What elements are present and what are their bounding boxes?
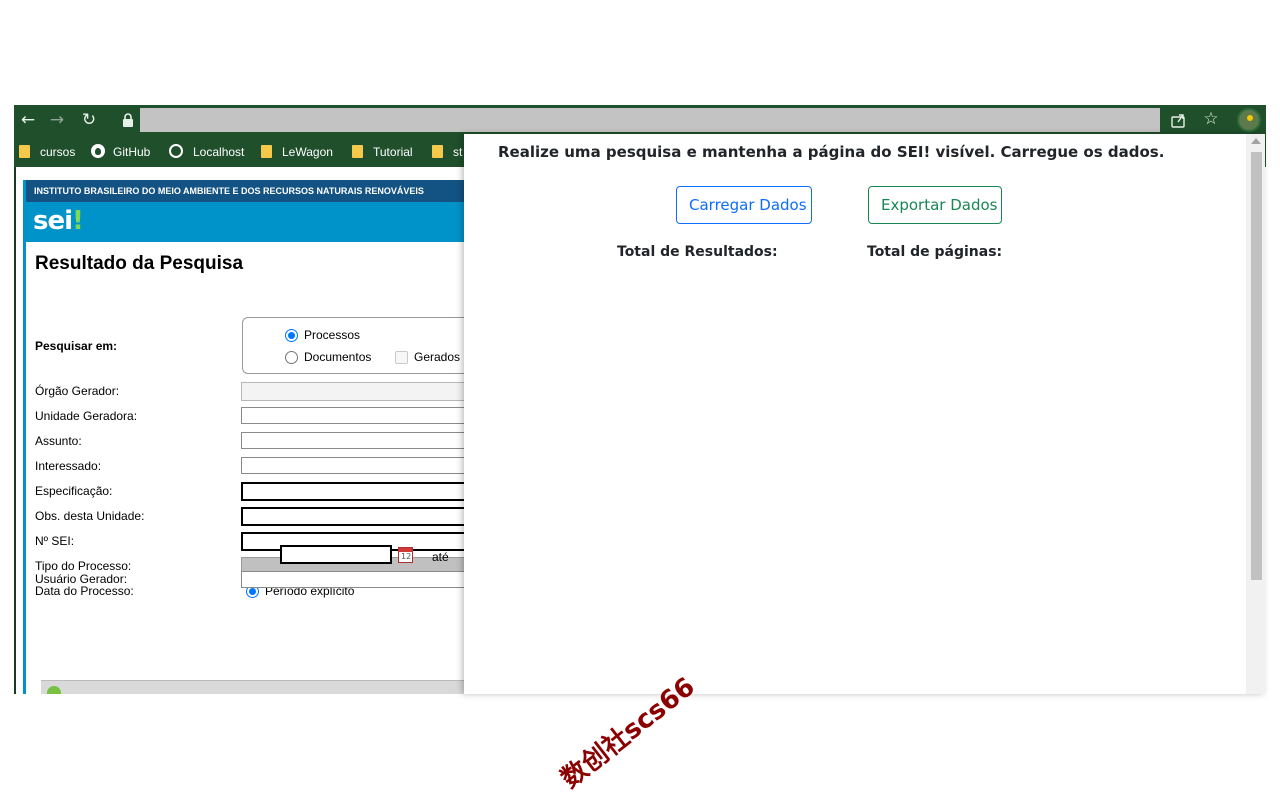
option-gerados-label: Gerados xyxy=(414,350,461,364)
total-results-label: Total de Resultados: xyxy=(617,244,778,260)
sei-header: sei! xyxy=(26,202,466,242)
bookmark-localhost[interactable]: Localhost xyxy=(169,143,244,161)
github-icon xyxy=(91,144,105,158)
assunto-label: Assunto: xyxy=(35,434,82,448)
share-icon[interactable] xyxy=(1168,110,1188,130)
status-dot-icon xyxy=(47,686,61,694)
folder-icon xyxy=(352,145,363,158)
bookmark-label: LeWagon xyxy=(282,145,333,159)
unidade-field[interactable] xyxy=(241,407,481,424)
option-processos-label: Processos xyxy=(304,328,361,342)
orgao-label: Órgão Gerador: xyxy=(35,384,120,398)
arrow-right-icon[interactable]: → xyxy=(45,108,69,132)
folder-icon xyxy=(19,145,30,158)
bookmark-label: cursos xyxy=(40,145,76,159)
data-label: Data do Processo: xyxy=(35,584,134,598)
sei-logo[interactable]: sei! xyxy=(33,205,84,237)
obs-field[interactable] xyxy=(241,507,481,526)
calendar-icon[interactable] xyxy=(398,547,413,563)
search-in-box xyxy=(242,317,482,374)
date-start-field[interactable] xyxy=(280,545,392,564)
folder-icon xyxy=(261,145,272,158)
radio-documentos[interactable] xyxy=(285,351,298,364)
page-title: Resultado da Pesquisa xyxy=(35,253,244,274)
screen: ← → ↻ ☆ cursos GitHub Localhost LeWagon … xyxy=(0,0,1280,800)
extension-panel: Realize uma pesquisa e mantenha a página… xyxy=(464,134,1265,694)
checkbox-gerados[interactable] xyxy=(395,351,408,364)
ate-label: até xyxy=(432,550,449,564)
instruction-text: Realize uma pesquisa e mantenha a página… xyxy=(498,143,1165,161)
nsei-label: Nº SEI: xyxy=(35,534,75,548)
bookmark-label: st xyxy=(453,145,463,159)
address-bar[interactable] xyxy=(140,108,1160,132)
institute-bar: INSTITUTO BRASILEIRO DO MEIO AMBIENTE E … xyxy=(26,180,466,202)
bookmark-tutorial[interactable]: Tutorial xyxy=(352,143,413,161)
lock-icon[interactable] xyxy=(120,112,136,128)
search-in-label: Pesquisar em: xyxy=(35,339,118,353)
bookmark-github[interactable]: GitHub xyxy=(91,143,150,161)
footer-strip xyxy=(41,680,481,694)
tipo-label: Tipo do Processo: xyxy=(35,559,132,573)
especificacao-field[interactable] xyxy=(241,482,481,501)
scroll-thumb[interactable] xyxy=(1251,152,1262,580)
globe-icon xyxy=(169,144,183,158)
total-pages-label: Total de páginas: xyxy=(867,244,1003,260)
bookmark-label: Localhost xyxy=(193,145,245,159)
unidade-label: Unidade Geradora: xyxy=(35,409,138,423)
logo-bang: ! xyxy=(72,206,84,236)
obs-label: Obs. desta Unidade: xyxy=(35,509,145,523)
especificacao-label: Especificação: xyxy=(35,484,113,498)
browser-toolbar: ← → ↻ ☆ xyxy=(14,105,1266,135)
star-icon[interactable]: ☆ xyxy=(1200,107,1222,131)
interessado-field[interactable] xyxy=(241,457,481,474)
reload-icon[interactable]: ↻ xyxy=(77,108,101,132)
bookmark-st[interactable]: st xyxy=(432,143,462,161)
usuario-field[interactable] xyxy=(241,571,481,588)
load-data-button[interactable]: Carregar Dados xyxy=(676,186,812,224)
export-data-button[interactable]: Exportar Dados xyxy=(868,186,1002,224)
radio-processos[interactable] xyxy=(285,329,298,342)
option-documentos-label: Documentos xyxy=(304,350,372,364)
assunto-field[interactable] xyxy=(241,432,481,449)
arrow-left-icon[interactable]: ← xyxy=(16,108,40,132)
panel-scrollbar[interactable] xyxy=(1246,134,1265,694)
bookmark-cursos[interactable]: cursos xyxy=(19,143,75,161)
interessado-label: Interessado: xyxy=(35,459,102,473)
page-border xyxy=(14,167,16,694)
logo-text: sei xyxy=(33,206,73,236)
extension-icon[interactable] xyxy=(1237,108,1261,132)
folder-icon xyxy=(432,145,443,158)
scroll-up-icon[interactable] xyxy=(1251,138,1261,144)
usuario-label: Usuário Gerador: xyxy=(35,572,128,586)
bookmark-lewagon[interactable]: LeWagon xyxy=(261,143,333,161)
orgao-field[interactable] xyxy=(241,382,481,401)
bookmark-label: Tutorial xyxy=(373,145,413,159)
bookmark-label: GitHub xyxy=(113,145,151,159)
